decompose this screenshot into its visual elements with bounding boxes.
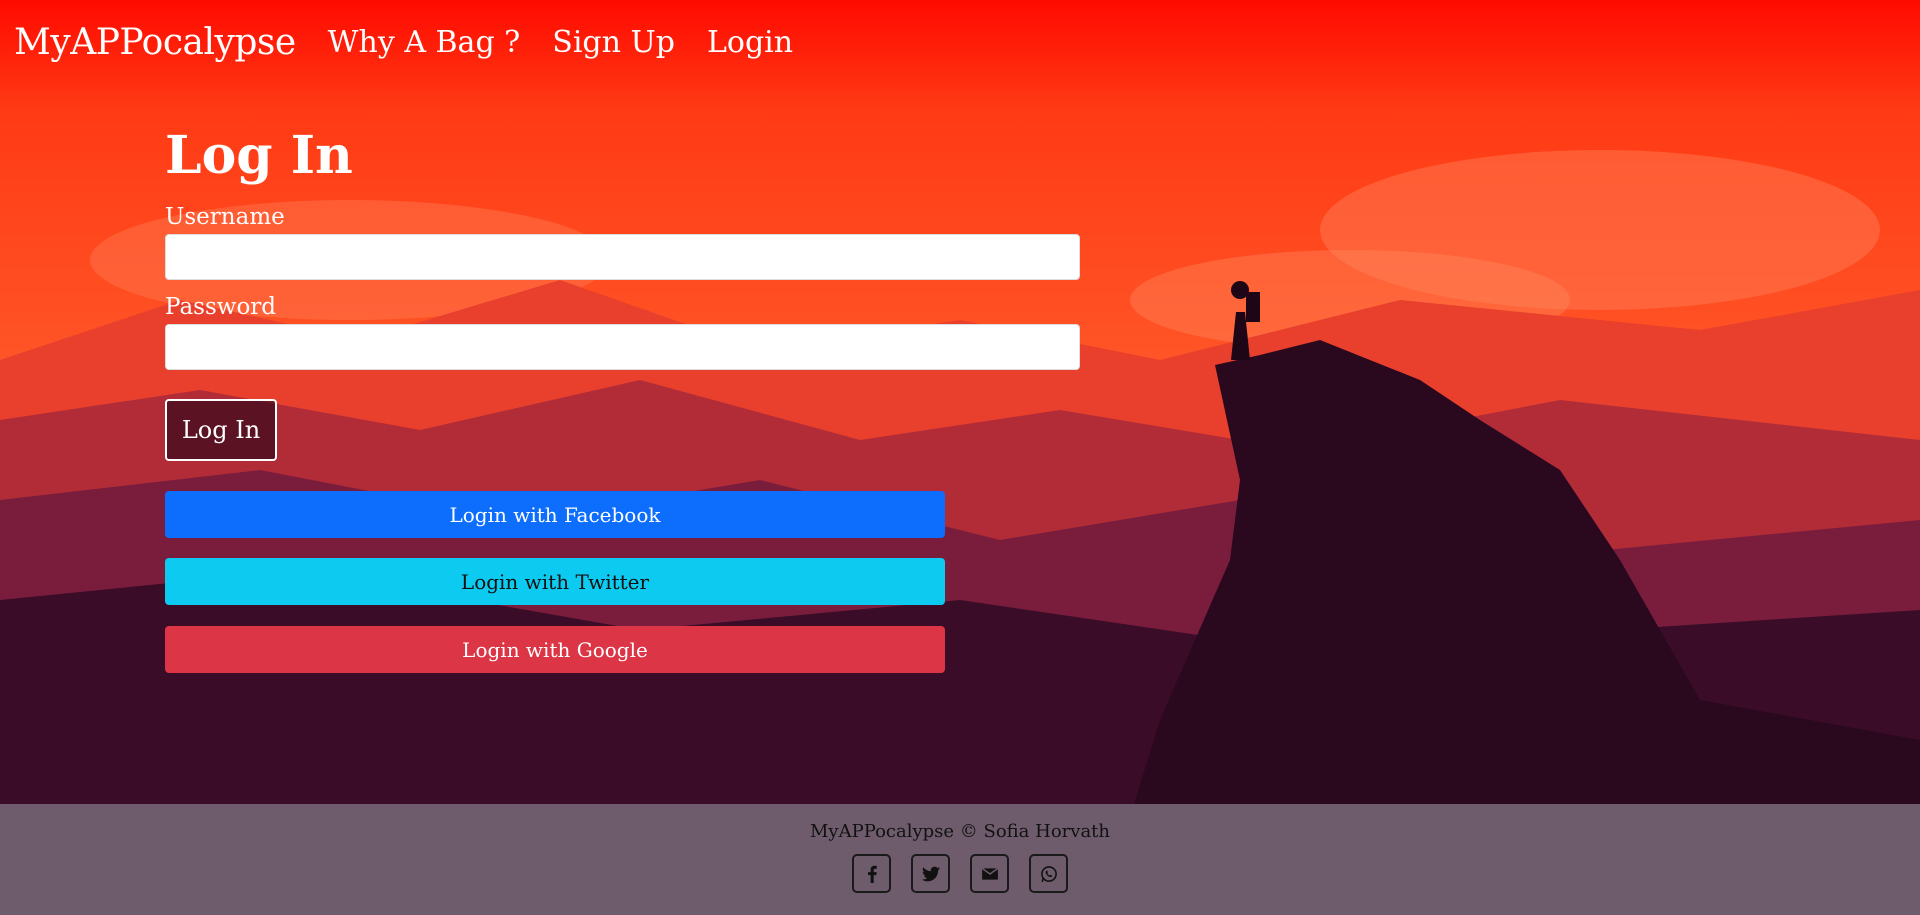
username-input[interactable] (165, 234, 1080, 280)
page-title: Log In (165, 125, 353, 186)
username-label: Username (165, 204, 285, 230)
copyright-text: MyAPPocalypse © Sofia Horvath (809, 821, 1110, 842)
brand-logo-link[interactable]: MyAPPocalypse (14, 22, 296, 63)
email-icon[interactable] (970, 854, 1009, 893)
social-icons-row (852, 854, 1068, 893)
login-with-facebook-button[interactable]: Login with Facebook (165, 491, 945, 538)
login-form: Log In Username Password Log In Login wi… (165, 120, 1080, 673)
nav-link-sign-up[interactable]: Sign Up (552, 25, 675, 60)
nav-link-why-a-bag[interactable]: Why A Bag ? (328, 25, 521, 60)
footer: MyAPPocalypse © Sofia Horvath (0, 804, 1920, 915)
twitter-icon[interactable] (911, 854, 950, 893)
nav-link-login[interactable]: Login (707, 25, 793, 60)
password-label: Password (165, 294, 277, 320)
facebook-icon[interactable] (852, 854, 891, 893)
login-with-google-button[interactable]: Login with Google (165, 626, 945, 673)
login-with-twitter-button[interactable]: Login with Twitter (165, 558, 945, 605)
top-navbar: MyAPPocalypse Why A Bag ? Sign Up Login (0, 0, 1920, 84)
whatsapp-icon[interactable] (1029, 854, 1068, 893)
log-in-button[interactable]: Log In (165, 399, 277, 461)
password-input[interactable] (165, 324, 1080, 370)
